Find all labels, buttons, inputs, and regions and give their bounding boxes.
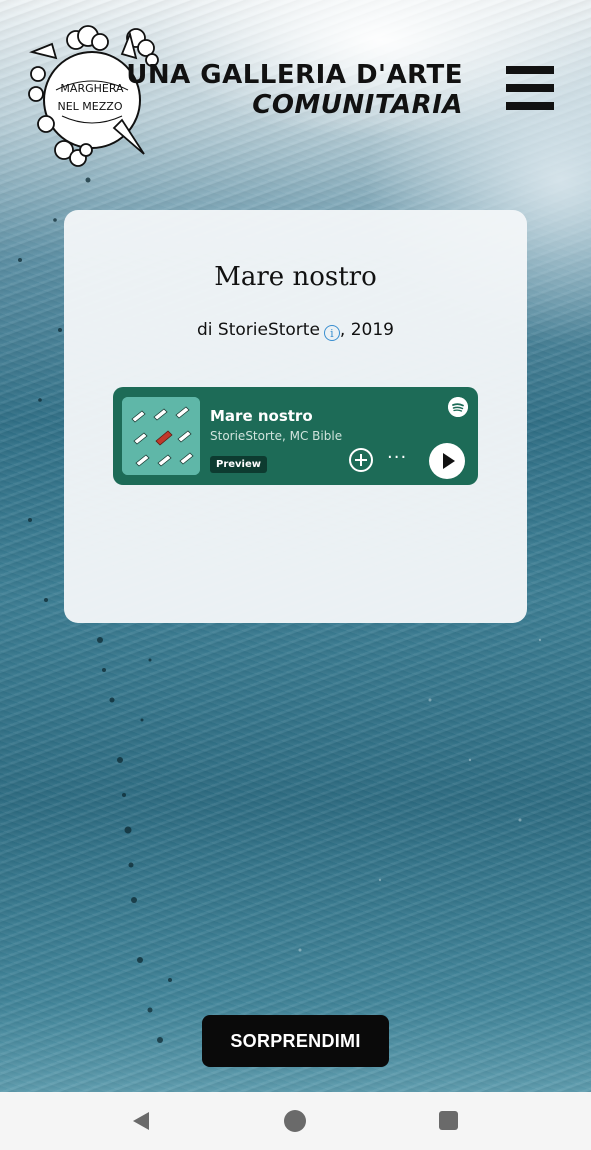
add-to-library-icon[interactable] [348,447,374,473]
more-options-icon[interactable]: ··· [387,449,407,467]
track-title[interactable]: Mare nostro [210,407,313,425]
artwork-title: Mare nostro [214,262,377,292]
spotify-embed-player: Mare nostro StorieStorte, MC Bible Previ… [113,387,478,485]
logo-text-line2: NEL MEZZO [58,100,123,113]
hamburger-menu-icon[interactable] [506,64,556,114]
android-navigation-bar [0,1092,591,1150]
spotify-logo-icon[interactable] [448,397,468,417]
album-cover[interactable] [122,397,200,475]
surprise-me-button[interactable]: SORPRENDIMI [202,1015,389,1067]
artwork-card: Mare nostro di StorieStorte i, 2019 Mare … [64,210,527,623]
site-title: UNA GALLERIA D'ARTE COMUNITARIA [126,60,463,120]
site-title-line2: COMUNITARIA [252,90,463,120]
byline-prefix: di [197,320,218,340]
author-name: StorieStorte [217,320,320,340]
preview-badge: Preview [210,456,268,473]
track-artists[interactable]: StorieStorte, MC Bible [210,429,342,443]
site-title-line1: UNA GALLERIA D'ARTE [126,60,463,90]
artwork-byline: di StorieStorte i, 2019 [64,320,527,341]
back-triangle-icon[interactable] [131,1111,151,1131]
home-circle-icon[interactable] [284,1110,306,1132]
logo-text-line1: MARGHERA [60,82,124,95]
play-button[interactable] [429,443,465,479]
info-icon[interactable]: i [323,325,340,341]
recents-square-icon[interactable] [439,1111,458,1130]
byline-year: , 2019 [339,320,394,340]
